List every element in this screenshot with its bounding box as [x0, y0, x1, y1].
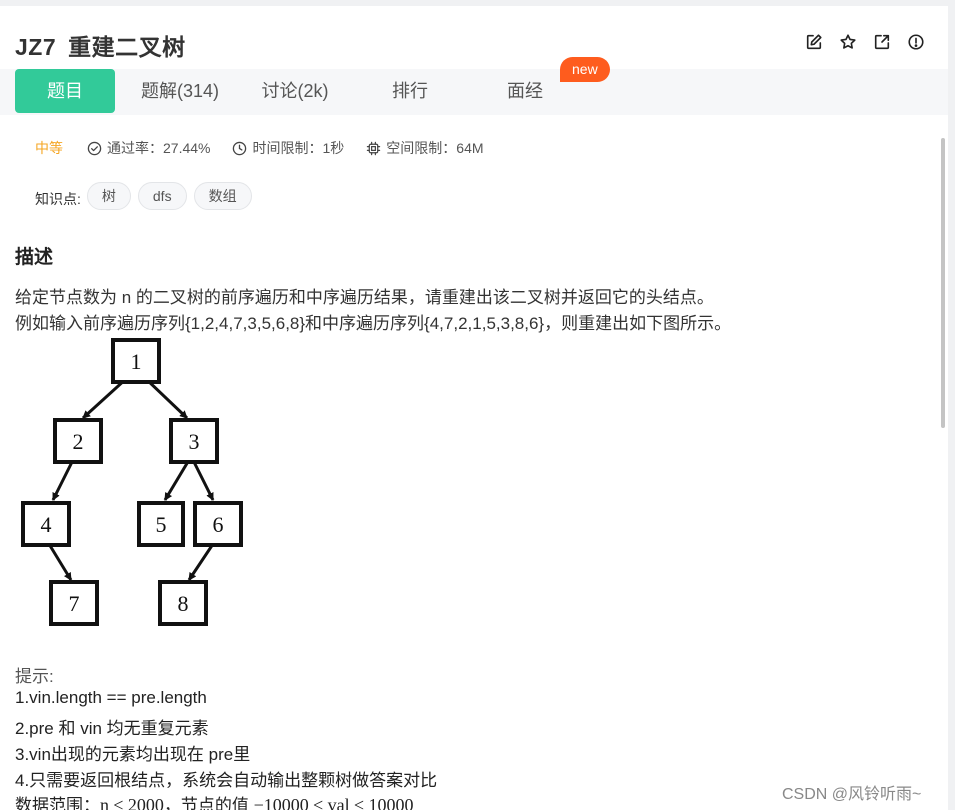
data-range: 数据范围：n ≤ 2000，节点的值 −10000 ≤ val ≤ 10000	[15, 791, 414, 810]
description-title: 描述	[15, 247, 54, 268]
tree-node-label-6: 6	[213, 512, 224, 537]
tag-dfs[interactable]: dfs	[137, 182, 187, 210]
problem-title: 重建二叉树	[68, 34, 186, 60]
tree-node-label-8: 8	[178, 591, 189, 616]
share-icon[interactable]	[872, 32, 892, 52]
tree-node-label-5: 5	[156, 512, 167, 537]
pass-rate: 通过率：27.44%	[87, 138, 210, 158]
data-range-label: 数据范围：	[15, 796, 100, 810]
toolbar	[804, 32, 926, 52]
problem-panel: JZ7 重建二叉树 题目 题解(314) 讨论(2k) 排行 面经 new 中等…	[0, 6, 948, 810]
hint-item-4: 4.只需要返回根结点，系统会自动输出整颗树做答案对比	[15, 771, 438, 790]
report-icon[interactable]	[906, 32, 926, 52]
binary-tree-diagram: 1 2 3 4 5 6 7 8	[21, 338, 243, 626]
hint-title: 提示:	[15, 667, 54, 686]
tree-node-label-3: 3	[189, 429, 200, 454]
space-limit: 空间限制：64M	[366, 138, 484, 158]
edge-2-4	[51, 459, 75, 501]
tab-discussion[interactable]: 讨论(2k)	[245, 69, 345, 113]
scrollbar[interactable]	[941, 138, 945, 428]
tree-node-label-1: 1	[131, 349, 142, 374]
tab-bar: 题目 题解(314) 讨论(2k) 排行 面经 new	[0, 57, 948, 115]
knowledge-label: 知识点:	[35, 191, 81, 207]
problem-meta: 中等 通过率：27.44% 时间限制：1秒 空间限制：64M	[35, 138, 506, 158]
hint-item-2: 2.pre 和 vin 均无重复元素	[15, 719, 209, 738]
tab-solutions[interactable]: 题解(314)	[125, 69, 235, 113]
problem-id: JZ7	[15, 34, 57, 60]
tag-tree[interactable]: 树	[86, 182, 131, 210]
chip-icon	[367, 141, 381, 155]
data-range-n: n ≤ 2000	[100, 795, 164, 810]
pass-rate-text: 通过率：27.44%	[107, 140, 211, 156]
tree-node-label-4: 4	[41, 512, 52, 537]
data-range-val: −10000 ≤ val ≤ 10000	[253, 795, 414, 810]
knowledge-tags: 知识点: 树 dfs 数组	[35, 182, 259, 210]
edge-4-7	[47, 543, 73, 581]
watermark: CSDN @风铃听雨~	[782, 786, 922, 803]
tree-node-label-7: 7	[69, 591, 80, 616]
hint-item-3: 3.vin出现的元素均出现在 pre里	[15, 745, 251, 764]
hint-item-1: 1.vin.length == pre.length	[15, 688, 207, 707]
data-range-mid: ，节点的值	[163, 796, 254, 810]
edge-3-5	[163, 459, 191, 501]
page-title: JZ7 重建二叉树	[15, 28, 186, 62]
edit-icon[interactable]	[804, 32, 824, 52]
problem-header: JZ7 重建二叉树	[0, 6, 948, 69]
tab-problem[interactable]: 题目	[15, 69, 115, 113]
tag-array[interactable]: 数组	[193, 182, 252, 210]
time-limit: 时间限制：1秒	[232, 138, 344, 158]
star-icon[interactable]	[838, 32, 858, 52]
check-circle-icon	[87, 141, 102, 155]
difficulty-label: 中等	[35, 140, 63, 156]
clock-icon	[233, 141, 247, 155]
tab-ranking[interactable]: 排行	[360, 69, 460, 113]
new-badge: new	[560, 57, 610, 82]
tree-node-label-2: 2	[73, 429, 84, 454]
description-line-1: 给定节点数为 n 的二叉树的前序遍历和中序遍历结果，请重建出该二叉树并返回它的头…	[15, 288, 714, 307]
edge-3-6	[191, 459, 215, 501]
edge-6-8	[187, 543, 215, 581]
space-limit-text: 空间限制：64M	[386, 140, 484, 156]
time-limit-text: 时间限制：1秒	[252, 140, 345, 156]
